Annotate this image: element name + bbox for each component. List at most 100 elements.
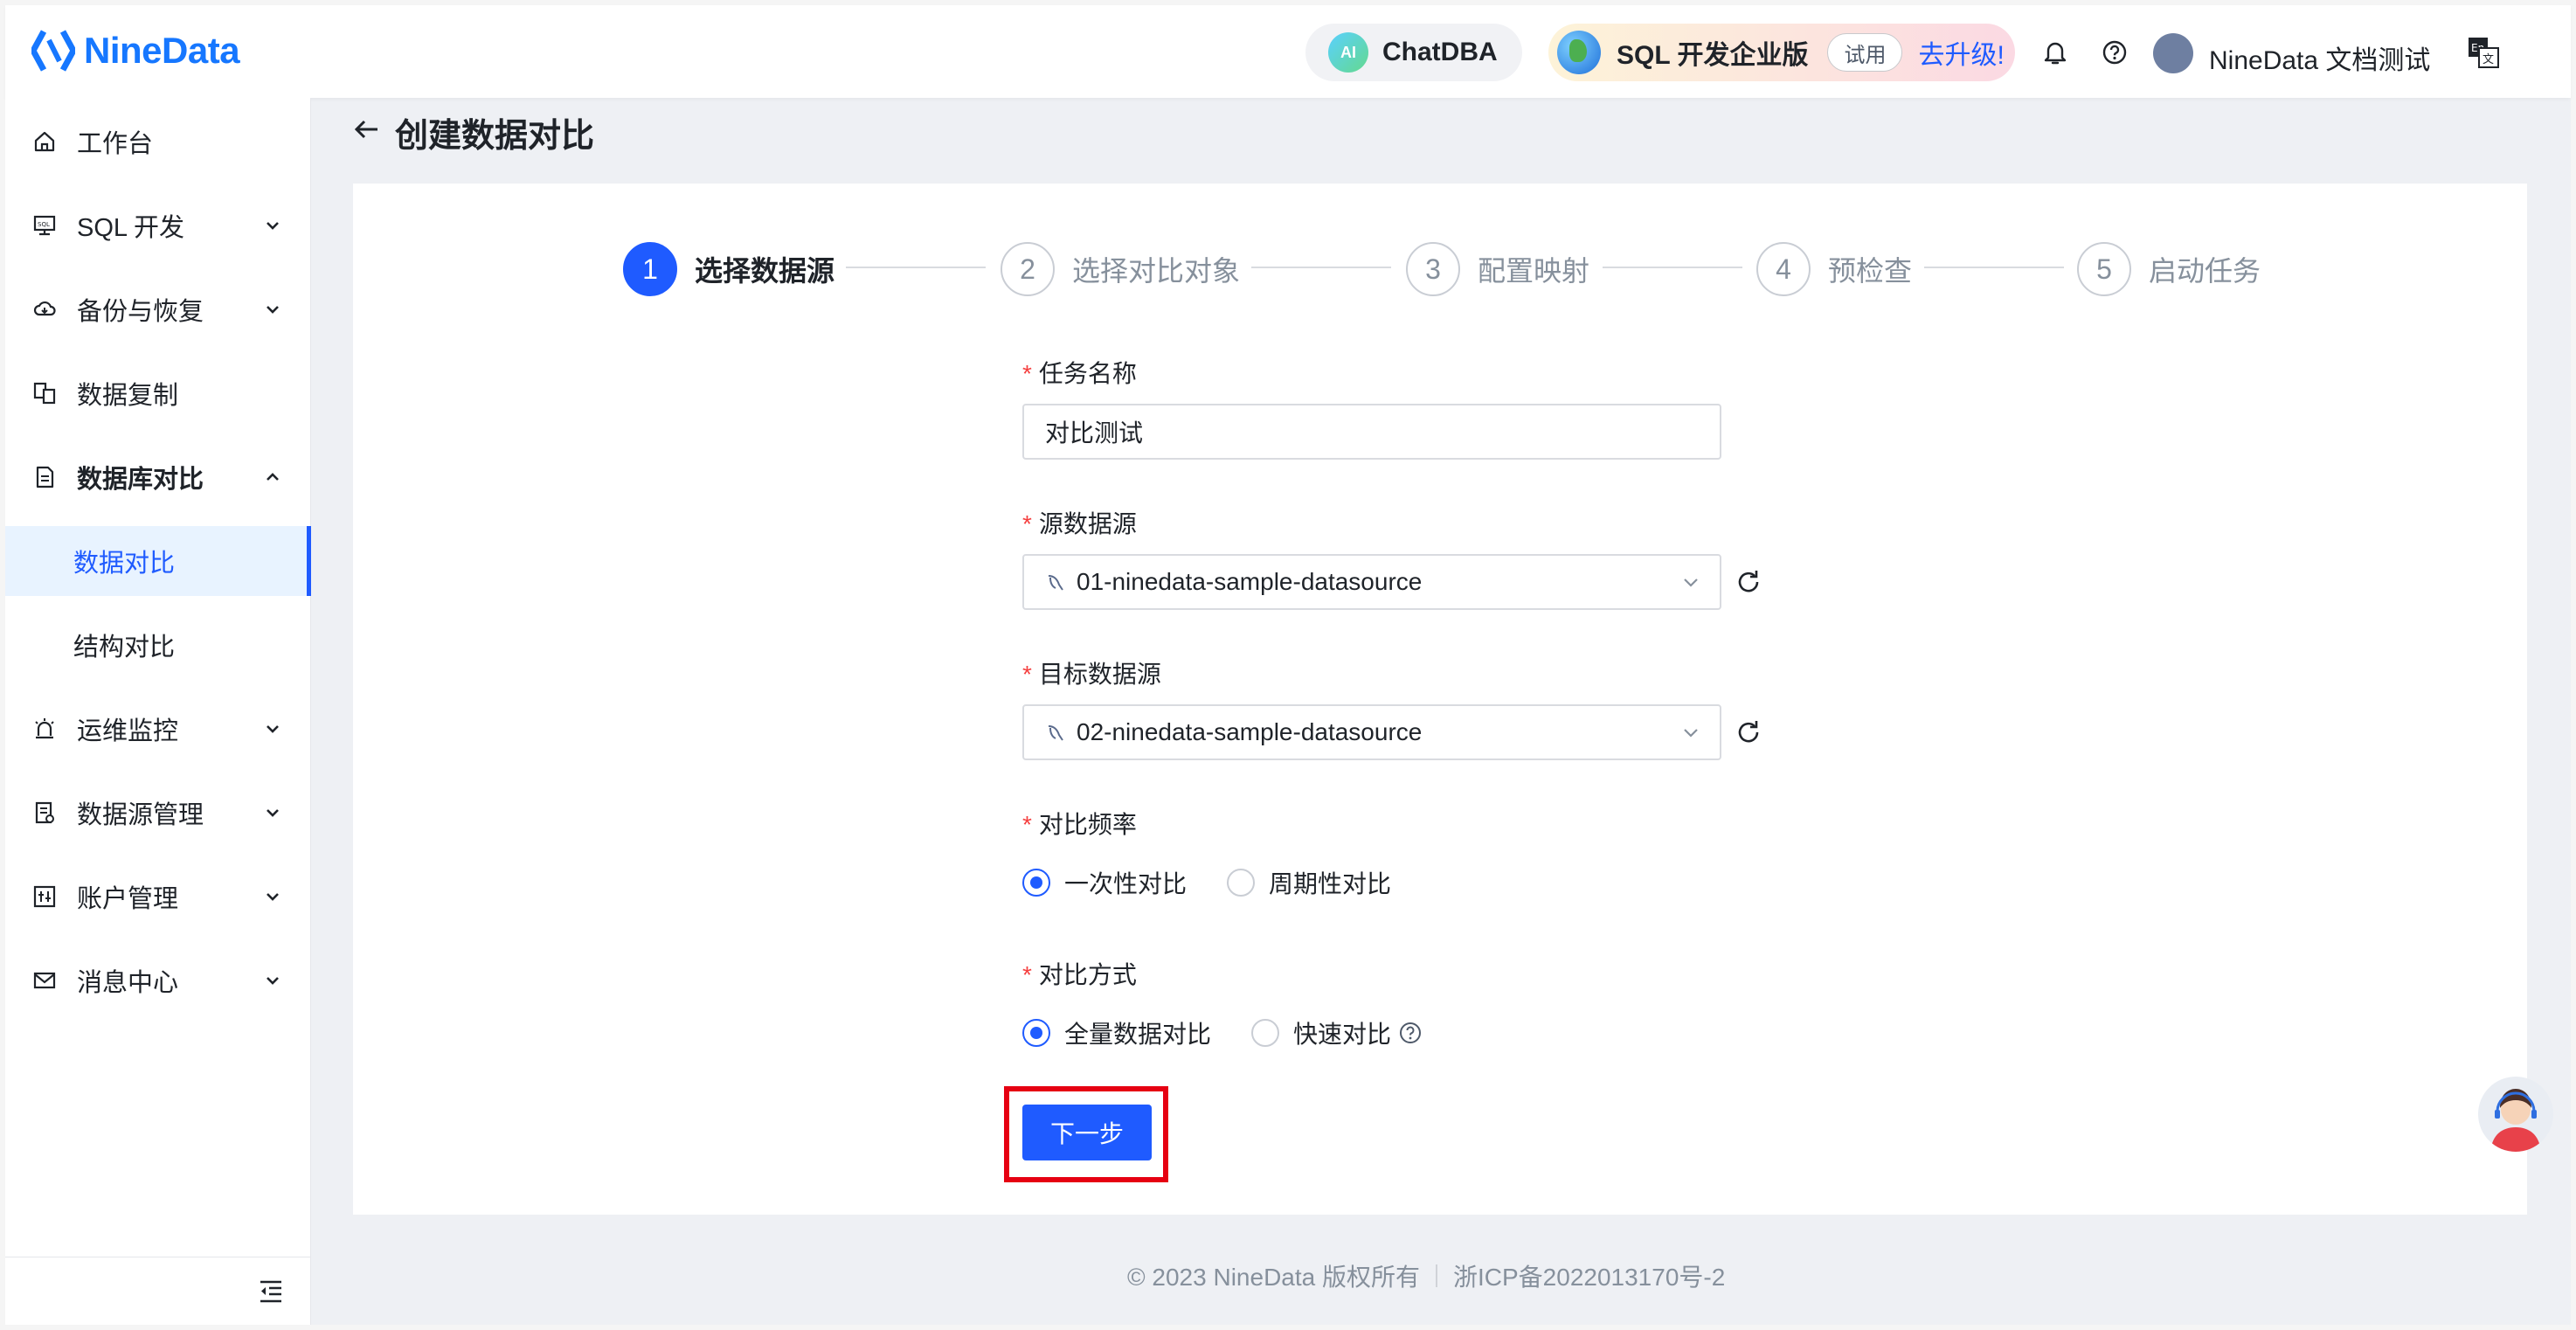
- cloud-backup-icon: [31, 296, 58, 322]
- step-connector: [1603, 267, 1742, 268]
- step-label: 选择数据源: [695, 255, 835, 287]
- collapse-sidebar-icon[interactable]: [257, 1278, 285, 1305]
- step-number: 4: [1756, 242, 1811, 296]
- sidebar-item-account[interactable]: 账户管理: [5, 862, 311, 932]
- sidebar-item-label: SQL 开发: [77, 214, 185, 242]
- sidebar-item-datasource[interactable]: 数据源管理: [5, 778, 311, 848]
- svg-text:SQL: SQL: [38, 221, 50, 228]
- step-label: 配置映射: [1478, 255, 1590, 287]
- copyright-text: © 2023 NineData 版权所有: [1127, 1264, 1420, 1291]
- source-label-text: 源数据源: [1038, 510, 1137, 537]
- step-connector: [846, 267, 986, 268]
- sidebar-item-label: 工作台: [77, 130, 154, 158]
- logo-text: NineData: [84, 30, 240, 71]
- sidebar-item-monitoring[interactable]: 运维监控: [5, 694, 311, 764]
- account-settings-icon: [31, 883, 58, 910]
- step-number: 1: [623, 242, 677, 296]
- sidebar-item-replication[interactable]: 数据复制: [5, 358, 311, 428]
- step-number: 3: [1406, 242, 1460, 296]
- chevron-down-icon: [267, 222, 279, 230]
- help-icon[interactable]: [2097, 35, 2132, 70]
- chatdba-button[interactable]: AI ChatDBA: [1305, 24, 1522, 81]
- back-arrow-icon[interactable]: [351, 114, 383, 145]
- trial-badge: 试用: [1827, 33, 1903, 72]
- customer-service-avatar-icon[interactable]: [2478, 1077, 2553, 1152]
- sidebar-item-db-compare[interactable]: 数据库对比: [5, 442, 311, 512]
- user-name[interactable]: NineData 文档测试: [2209, 38, 2430, 77]
- chevron-down-icon: [1684, 578, 1698, 587]
- sql-monitor-icon: SQL: [31, 212, 58, 239]
- alarm-icon: [31, 716, 58, 742]
- question-circle-icon[interactable]: [1398, 1021, 1423, 1045]
- task-name-value: 对比测试: [1045, 419, 1144, 447]
- chevron-down-icon: [267, 977, 279, 985]
- radio-quick-compare[interactable]: [1251, 1019, 1280, 1047]
- step-connector: [1251, 267, 1391, 268]
- upgrade-link[interactable]: 去升级!: [1918, 33, 2004, 72]
- sidebar-item-structure-compare[interactable]: 结构对比: [5, 610, 311, 680]
- sidebar-item-backup[interactable]: 备份与恢复: [5, 274, 311, 344]
- radio-full-compare[interactable]: [1022, 1019, 1050, 1047]
- form-card: [353, 184, 2527, 1215]
- datasource-icon: [31, 800, 58, 826]
- sidebar-item-label: 备份与恢复: [77, 298, 204, 326]
- step-label: 启动任务: [2149, 255, 2261, 287]
- sidebar-item-label: 数据库对比: [77, 466, 204, 494]
- user-avatar[interactable]: [2153, 33, 2193, 73]
- radio-one-time[interactable]: [1022, 869, 1050, 897]
- task-name-input[interactable]: 对比测试: [1022, 404, 1721, 460]
- radio-label[interactable]: 周期性对比: [1269, 865, 1391, 900]
- chevron-up-icon: [267, 473, 279, 481]
- chevron-down-icon: [267, 306, 279, 314]
- sidebar-item-label: 数据复制: [77, 382, 179, 410]
- globe-icon: [1557, 31, 1601, 74]
- sidebar-item-messages[interactable]: 消息中心: [5, 946, 311, 1015]
- required-mark: *: [1022, 961, 1032, 988]
- refresh-icon[interactable]: [1734, 567, 1763, 597]
- step-1: 1 选择数据源: [623, 241, 834, 297]
- sidebar-item-label: 运维监控: [77, 717, 179, 745]
- sidebar-item-sql-dev[interactable]: SQL SQL 开发: [5, 190, 311, 260]
- radio-label[interactable]: 快速对比: [1293, 1015, 1391, 1050]
- radio-label[interactable]: 全量数据对比: [1064, 1015, 1211, 1050]
- source-datasource-select[interactable]: 01-ninedata-sample-datasource: [1022, 554, 1721, 610]
- target-datasource-select[interactable]: 02-ninedata-sample-datasource: [1022, 704, 1721, 760]
- ninedata-logo[interactable]: NineData: [31, 28, 240, 73]
- task-name-label-text: 任务名称: [1038, 360, 1137, 387]
- refresh-icon[interactable]: [1734, 717, 1763, 747]
- method-label: * 对比方式: [1022, 956, 1137, 991]
- radio-periodic[interactable]: [1227, 869, 1256, 897]
- step-label: 选择对比对象: [1072, 255, 1241, 287]
- method-label-text: 对比方式: [1038, 961, 1137, 988]
- step-4: 4 预检查: [1756, 241, 1912, 297]
- chatdba-label: ChatDBA: [1382, 38, 1498, 66]
- chevron-down-icon: [267, 893, 279, 901]
- ai-icon: AI: [1328, 32, 1368, 73]
- step-3: 3 配置映射: [1406, 241, 1589, 297]
- target-label-text: 目标数据源: [1038, 661, 1161, 688]
- step-label: 预检查: [1828, 255, 1913, 287]
- next-step-button[interactable]: 下一步: [1022, 1105, 1152, 1160]
- source-datasource-label: * 源数据源: [1022, 505, 1137, 540]
- required-mark: *: [1022, 510, 1032, 537]
- radio-label[interactable]: 一次性对比: [1064, 865, 1187, 900]
- sidebar: 工作台 SQL SQL 开发 备份与恢复 数据复制 数据库对比 数据对比 结构对…: [5, 98, 311, 1325]
- mysql-dolphin-icon: [1048, 725, 1063, 741]
- bell-icon[interactable]: [2038, 35, 2073, 70]
- sidebar-item-workbench[interactable]: 工作台: [5, 107, 311, 177]
- top-header: NineData AI ChatDBA SQL 开发企业版 试用 去升级! Ni…: [5, 5, 2571, 98]
- required-mark: *: [1022, 360, 1032, 387]
- required-mark: *: [1022, 661, 1032, 688]
- sidebar-item-label: 消息中心: [77, 969, 179, 997]
- edition-label: SQL 开发企业版: [1617, 41, 1809, 70]
- language-switch-icon[interactable]: En 文: [2466, 35, 2501, 70]
- frequency-label-text: 对比频率: [1038, 811, 1137, 838]
- step-5: 5 启动任务: [2077, 241, 2261, 297]
- icp-link[interactable]: 浙ICP备2022013170号-2: [1453, 1258, 1725, 1293]
- sidebar-item-data-compare[interactable]: 数据对比: [5, 526, 311, 596]
- frequency-radio-group: 一次性对比 周期性对比: [1022, 865, 1431, 900]
- step-number: 2: [1001, 242, 1055, 296]
- edition-upgrade-banner[interactable]: SQL 开发企业版 试用 去升级!: [1548, 24, 2015, 81]
- page-footer: © 2023 NineData 版权所有 浙ICP备2022013170号-2: [1127, 1258, 1725, 1293]
- footer-divider: [1436, 1264, 1437, 1287]
